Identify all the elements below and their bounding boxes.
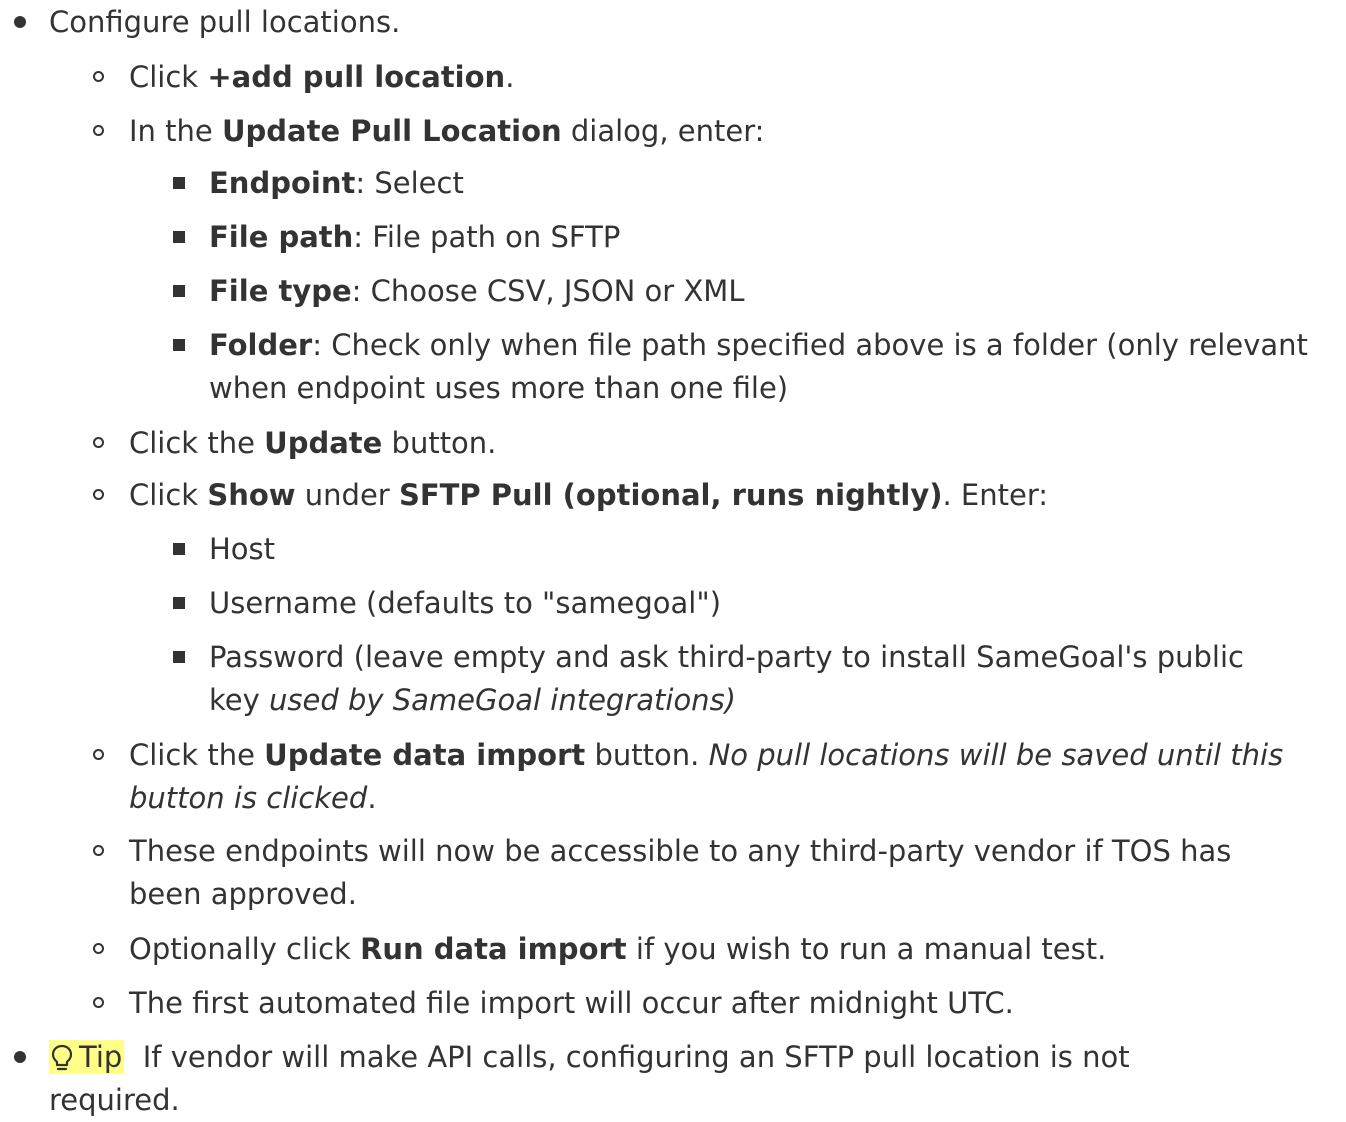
update-data-import-item: Click the Update data import button. No … [129, 738, 1284, 772]
add-pull-location-item: Click +add pull location. [129, 60, 515, 94]
sftp-pull-item: Click Show under SFTP Pull (optional, ru… [129, 478, 1049, 512]
bullet-disc [14, 1051, 26, 1063]
update-data-import-item-continued: button is clicked. [129, 781, 377, 815]
bullet-square [173, 597, 185, 609]
bullet-circle [93, 437, 104, 448]
username-item: Username (defaults to "samegoal") [209, 586, 722, 620]
bullet-circle [93, 71, 104, 82]
file-type-term: File type [209, 274, 352, 308]
bullet-square [173, 285, 185, 297]
password-item-continued: key used by SameGoal integrations) [209, 683, 736, 717]
file-type-item: File type: Choose CSV, JSON or XML [209, 274, 745, 308]
tip-item: Tip If vendor will make API calls, confi… [49, 1035, 1130, 1079]
folder-item-continued: when endpoint uses more than one file) [209, 371, 789, 405]
bullet-square [173, 339, 185, 351]
bullet-square [173, 543, 185, 555]
configure-item: Configure pull locations. [49, 5, 401, 39]
folder-term: Folder [209, 328, 313, 362]
instructions-list: Configure pull locations. Click +add pul… [0, 0, 1346, 1117]
bullet-disc [14, 16, 26, 28]
bullet-circle [93, 125, 104, 136]
bullet-circle [93, 749, 104, 760]
bullet-square [173, 231, 185, 243]
update-data-import-term: Update data import [264, 738, 586, 772]
update-term: Update [264, 426, 383, 460]
endpoint-term: Endpoint [209, 166, 356, 200]
tip-item-continued: required. [49, 1083, 180, 1117]
bullet-square [173, 177, 185, 189]
tip-badge: Tip [49, 1040, 125, 1074]
update-item: Click the Update button. [129, 426, 497, 460]
first-import-item: The first automated file import will occ… [129, 986, 1014, 1020]
run-data-import-term: Run data import [360, 932, 627, 966]
add-pull-location-term: +add pull location [207, 60, 506, 94]
bullet-circle [93, 845, 104, 856]
file-path-term: File path [209, 220, 354, 254]
run-data-import-item: Optionally click Run data import if you … [129, 932, 1107, 966]
bullet-circle [93, 997, 104, 1008]
file-path-item: File path: File path on SFTP [209, 220, 621, 254]
host-item: Host [209, 532, 276, 566]
bullet-square [173, 651, 185, 663]
folder-item: Folder: Check only when file path specif… [209, 328, 1308, 362]
accessible-item-continued: been approved. [129, 877, 357, 911]
show-term: Show [207, 478, 296, 512]
accessible-item: These endpoints will now be accessible t… [129, 834, 1232, 868]
password-item: Password (leave empty and ask third-part… [209, 640, 1244, 674]
dialog-name-term: Update Pull Location [221, 114, 562, 148]
dialog-item: In the Update Pull Location dialog, ente… [129, 114, 765, 148]
bullet-circle [93, 489, 104, 500]
lightbulb-icon [51, 1044, 73, 1071]
endpoint-item: Endpoint: Select [209, 166, 464, 200]
bullet-circle [93, 943, 104, 954]
sftp-pull-term: SFTP Pull (optional, runs nightly) [398, 478, 943, 512]
